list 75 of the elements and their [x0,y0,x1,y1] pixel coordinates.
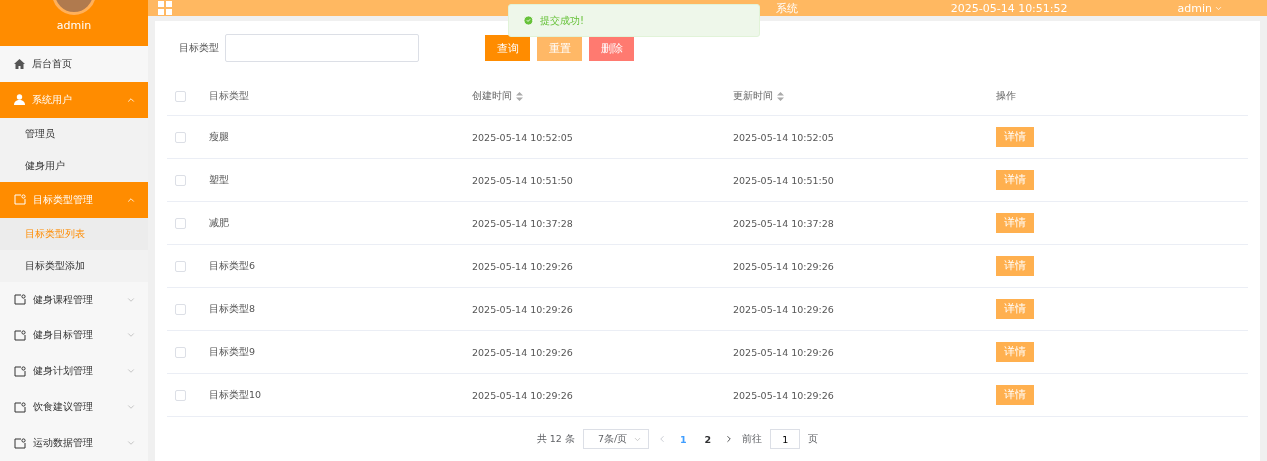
goto-label: 前往 [742,432,763,446]
menu-item[interactable]: 目标类型管理 [0,181,148,218]
sort-icon[interactable] [777,92,784,101]
details-button[interactable]: 详情 [996,170,1034,190]
document-icon [14,294,26,306]
details-button[interactable]: 详情 [996,299,1034,319]
column-header: 创建时间 [472,90,512,103]
checkbox[interactable] [175,260,186,272]
sort-icon[interactable] [516,92,523,101]
table-cell: 2025-05-14 10:29:26 [733,303,834,315]
table-cell: 目标类型8 [209,302,256,316]
field-label: 目标类型 [179,41,219,55]
total-count: 共 12 条 [536,432,575,446]
table-cell: 瘦腿 [209,130,229,144]
user-menu[interactable]: admin [1177,1,1223,15]
column-header: 目标类型 [209,90,249,103]
document-icon [14,194,26,206]
table-cell: 2025-05-14 10:51:50 [472,174,573,186]
page-suffix: 页 [808,432,819,446]
danger-button[interactable]: 删除 [589,35,634,61]
column-header: 更新时间 [733,90,773,103]
user-name: admin [56,19,92,32]
input-field[interactable] [225,34,419,62]
check-icon [523,15,534,26]
table-cell: 2025-05-14 10:29:26 [733,346,834,358]
reset-button[interactable]: 重置 [537,35,582,61]
app-title: 系统 [776,1,798,15]
table-cell: 2025-05-14 10:52:05 [472,131,573,143]
page-number[interactable]: 1 [674,433,692,445]
details-button[interactable]: 详情 [996,385,1034,405]
table-cell: 2025-05-14 10:29:26 [472,389,573,401]
table-cell: 2025-05-14 10:37:28 [733,217,834,229]
checkbox[interactable] [175,389,186,401]
page-number[interactable]: 2 [699,433,717,445]
document-icon [14,329,26,341]
user-icon [14,94,25,106]
document-icon [14,365,26,377]
goto-page-field[interactable]: 1 [770,429,801,449]
checkbox[interactable] [175,346,186,358]
table-cell: 2025-05-14 10:37:28 [472,217,573,229]
checkbox[interactable] [175,131,186,143]
table-cell: 目标类型9 [209,345,256,359]
details-button[interactable]: 详情 [996,256,1034,276]
primary-button[interactable]: 查询 [485,35,530,61]
grid-icon [158,1,172,15]
checkbox[interactable] [175,303,186,315]
submenu-item[interactable]: 目标类型添加 [0,249,148,282]
table-cell: 2025-05-14 10:29:26 [472,303,573,315]
table-cell: 目标类型10 [209,388,262,402]
submenu-item[interactable]: 目标类型列表 [0,217,148,250]
table-cell: 减肥 [209,216,229,230]
table-cell: 2025-05-14 10:52:05 [733,131,834,143]
table-cell: 目标类型6 [209,259,256,273]
table-cell: 2025-05-14 10:29:26 [733,260,834,272]
document-icon [14,401,26,413]
details-button[interactable]: 详情 [996,127,1034,147]
table-cell: 2025-05-14 10:29:26 [472,260,573,272]
checkbox[interactable] [175,217,186,229]
table-cell: 2025-05-14 10:51:50 [733,174,834,186]
table-cell: 2025-05-14 10:29:26 [733,389,834,401]
checkbox[interactable] [175,174,186,186]
submenu-item[interactable]: 健身用户 [0,149,148,182]
details-button[interactable]: 详情 [996,213,1034,233]
menu-item[interactable]: 系统用户 [0,81,148,118]
submenu-item[interactable]: 管理员 [0,117,148,150]
home-icon [14,58,25,69]
date-time: 2025-05-14 10:51:52 [950,1,1068,15]
toast-message: 提交成功! [540,13,584,28]
checkbox[interactable] [175,91,186,102]
table-cell: 2025-05-14 10:29:26 [472,346,573,358]
table-cell: 塑型 [209,173,229,187]
page-size-select[interactable]: 7条/页 [582,429,649,449]
document-icon [14,437,26,449]
details-button[interactable]: 详情 [996,342,1034,362]
column-header: 操作 [996,90,1016,103]
